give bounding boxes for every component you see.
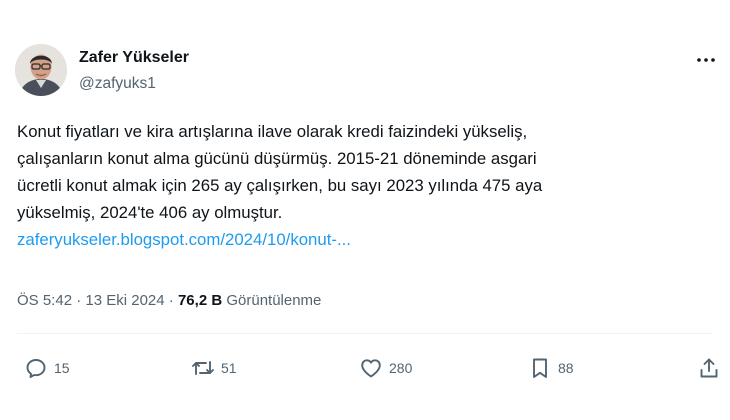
share-button[interactable] <box>697 356 721 380</box>
meta-separator: · <box>76 292 82 309</box>
tweet-text-line: yükselmiş, 2024'te 406 ay olmuştur. <box>17 203 283 222</box>
tweet-text-line: çalışanların konut alma gücünü düşürmüş.… <box>17 149 537 168</box>
like-count: 280 <box>389 360 413 376</box>
tweet-meta: ÖS 5:42 · 13 Eki 2024 · 76,2 B Görüntüle… <box>17 292 321 309</box>
retweet-icon <box>192 361 214 375</box>
tweet-link[interactable]: zaferyukseler.blogspot.com/2024/10/konut… <box>17 230 351 249</box>
share-icon <box>700 358 718 378</box>
like-button[interactable]: 280 <box>359 356 412 380</box>
divider <box>17 333 713 334</box>
reply-button[interactable]: 15 <box>24 356 70 380</box>
views-count: 76,2 B <box>177 292 223 309</box>
views-label: Görüntülenme <box>226 292 322 309</box>
retweet-count: 51 <box>221 360 237 376</box>
tweet-card: Zafer Yükseler @zafyuks1 Konut fiyatları… <box>0 0 730 420</box>
tweet-date[interactable]: 13 Eki 2024 <box>85 292 164 309</box>
like-icon <box>361 359 381 378</box>
author-name-row[interactable]: Zafer Yükseler <box>79 49 189 67</box>
bookmark-button[interactable]: 88 <box>528 356 574 380</box>
retweet-button[interactable]: 51 <box>191 356 237 380</box>
tweet-text: Konut fiyatları ve kira artışlarına ilav… <box>17 118 707 253</box>
more-options-button[interactable] <box>694 48 718 72</box>
tweet-time[interactable]: ÖS 5:42 <box>17 292 72 309</box>
more-icon <box>697 58 715 62</box>
avatar[interactable] <box>15 44 67 96</box>
author-display-name[interactable]: Zafer Yükseler <box>79 49 189 67</box>
reply-count: 15 <box>54 360 70 376</box>
tweet-text-line: Konut fiyatları ve kira artışlarına ilav… <box>17 122 528 141</box>
bookmark-icon <box>533 358 547 378</box>
avatar-image <box>15 44 67 96</box>
author-handle[interactable]: @zafyuks1 <box>79 75 156 93</box>
meta-separator: · <box>168 292 174 309</box>
tweet-text-line: ücretli konut almak için 265 ay çalışırk… <box>17 176 543 195</box>
bookmark-count: 88 <box>558 360 574 376</box>
reply-icon <box>26 359 46 378</box>
